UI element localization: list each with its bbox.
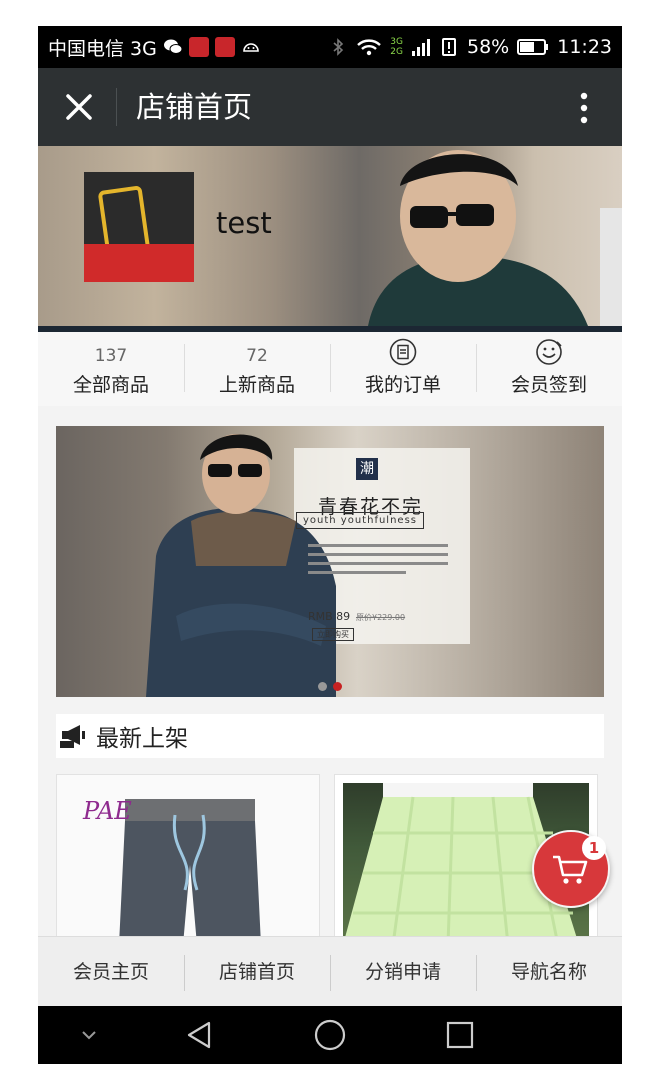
product-card[interactable]: PAE <box>56 774 320 946</box>
app-notification-icon <box>214 37 235 57</box>
cart-count-badge: 1 <box>582 836 606 860</box>
network-type: 3G 2G <box>390 37 403 57</box>
promo-buy-button[interactable]: 立即购买 <box>312 628 354 641</box>
stat-label: 我的订单 <box>364 374 441 396</box>
app-notification-icon <box>188 37 209 57</box>
promo-price: RMB 89 <box>308 610 351 623</box>
stat-new-products[interactable]: 72 上新商品 <box>184 332 330 406</box>
stat-label: 上新商品 <box>218 374 295 396</box>
title-bar: 店铺首页 <box>38 68 622 146</box>
tab-member-home[interactable]: 会员主页 <box>38 937 184 1007</box>
pants-image <box>119 799 261 945</box>
shop-banner: test <box>38 146 622 332</box>
banner-side-panel <box>600 208 622 326</box>
stat-value: 137 <box>94 346 128 366</box>
recents-square-icon <box>446 1021 474 1049</box>
home-circle-icon <box>314 1019 346 1051</box>
stat-label: 会员签到 <box>510 374 587 396</box>
title-divider <box>116 88 117 126</box>
section-header: 最新上架 <box>56 714 604 758</box>
carrier-text: 中国电信 3G <box>48 37 157 60</box>
promo-old-price: 原价¥229.00 <box>356 613 406 622</box>
battery-percent: 58% <box>467 36 510 58</box>
bluetooth-icon <box>333 38 344 56</box>
back-button[interactable] <box>180 1006 220 1064</box>
wechat-icon <box>163 39 183 54</box>
carousel-dot-active[interactable] <box>333 682 342 691</box>
phone-screen: 中国电信 3G 3G 2G 58% 11:23 店铺首页 test 137 全部… <box>38 26 622 1064</box>
product-brand: PAE <box>83 797 132 825</box>
smile-icon <box>536 339 562 365</box>
back-triangle-icon <box>187 1021 211 1049</box>
page-title: 店铺首页 <box>136 90 253 124</box>
promo-description <box>308 544 448 580</box>
status-bar: 中国电信 3G 3G 2G 58% 11:23 <box>38 26 622 68</box>
stat-member-checkin[interactable]: 会员签到 <box>476 332 622 406</box>
stat-value: 72 <box>246 346 268 366</box>
carousel-dot[interactable] <box>318 682 327 691</box>
collapse-button[interactable] <box>74 1006 104 1064</box>
tab-nav-name[interactable]: 导航名称 <box>476 937 622 1007</box>
battery-icon <box>517 39 549 55</box>
tab-distribution-apply[interactable]: 分销申请 <box>330 937 476 1007</box>
clock-time: 11:23 <box>557 36 612 58</box>
stat-my-orders[interactable]: 我的订单 <box>330 332 476 406</box>
system-nav-bar <box>38 1006 622 1064</box>
bottom-tab-bar: 会员主页 店铺首页 分销申请 导航名称 <box>38 936 622 1007</box>
wifi-icon <box>357 39 382 56</box>
stat-all-products[interactable]: 137 全部商品 <box>38 332 184 406</box>
section-title: 最新上架 <box>96 726 188 752</box>
promo-carousel[interactable]: 潮 青春花不完 youth youthfulness RMB 89 原价¥229… <box>56 426 604 697</box>
shop-logo <box>84 172 194 282</box>
order-icon <box>389 338 417 366</box>
megaphone-new-icon <box>60 725 85 748</box>
stat-label: 全部商品 <box>72 374 149 396</box>
promo-subtitle: youth youthfulness <box>296 512 424 529</box>
shop-stats-row: 137 全部商品 72 上新商品 我的订单 会员签到 <box>38 332 622 406</box>
android-icon <box>243 43 259 52</box>
product-image: PAE <box>57 775 319 945</box>
recents-button[interactable] <box>440 1006 480 1064</box>
cart-button[interactable]: 1 <box>532 830 610 908</box>
tab-shop-home[interactable]: 店铺首页 <box>184 937 330 1007</box>
carousel-indicator <box>318 682 342 691</box>
cart-icon <box>553 855 588 884</box>
shop-name: test <box>216 206 272 240</box>
more-options-icon[interactable] <box>580 92 588 124</box>
home-button[interactable] <box>310 1006 350 1064</box>
banner-model-image <box>368 150 588 326</box>
close-icon[interactable] <box>62 90 96 124</box>
sim-alert-icon <box>442 38 456 56</box>
signal-icon <box>412 39 430 56</box>
chevron-down-icon <box>82 1031 96 1040</box>
promo-brand-logo: 潮 <box>356 458 378 480</box>
